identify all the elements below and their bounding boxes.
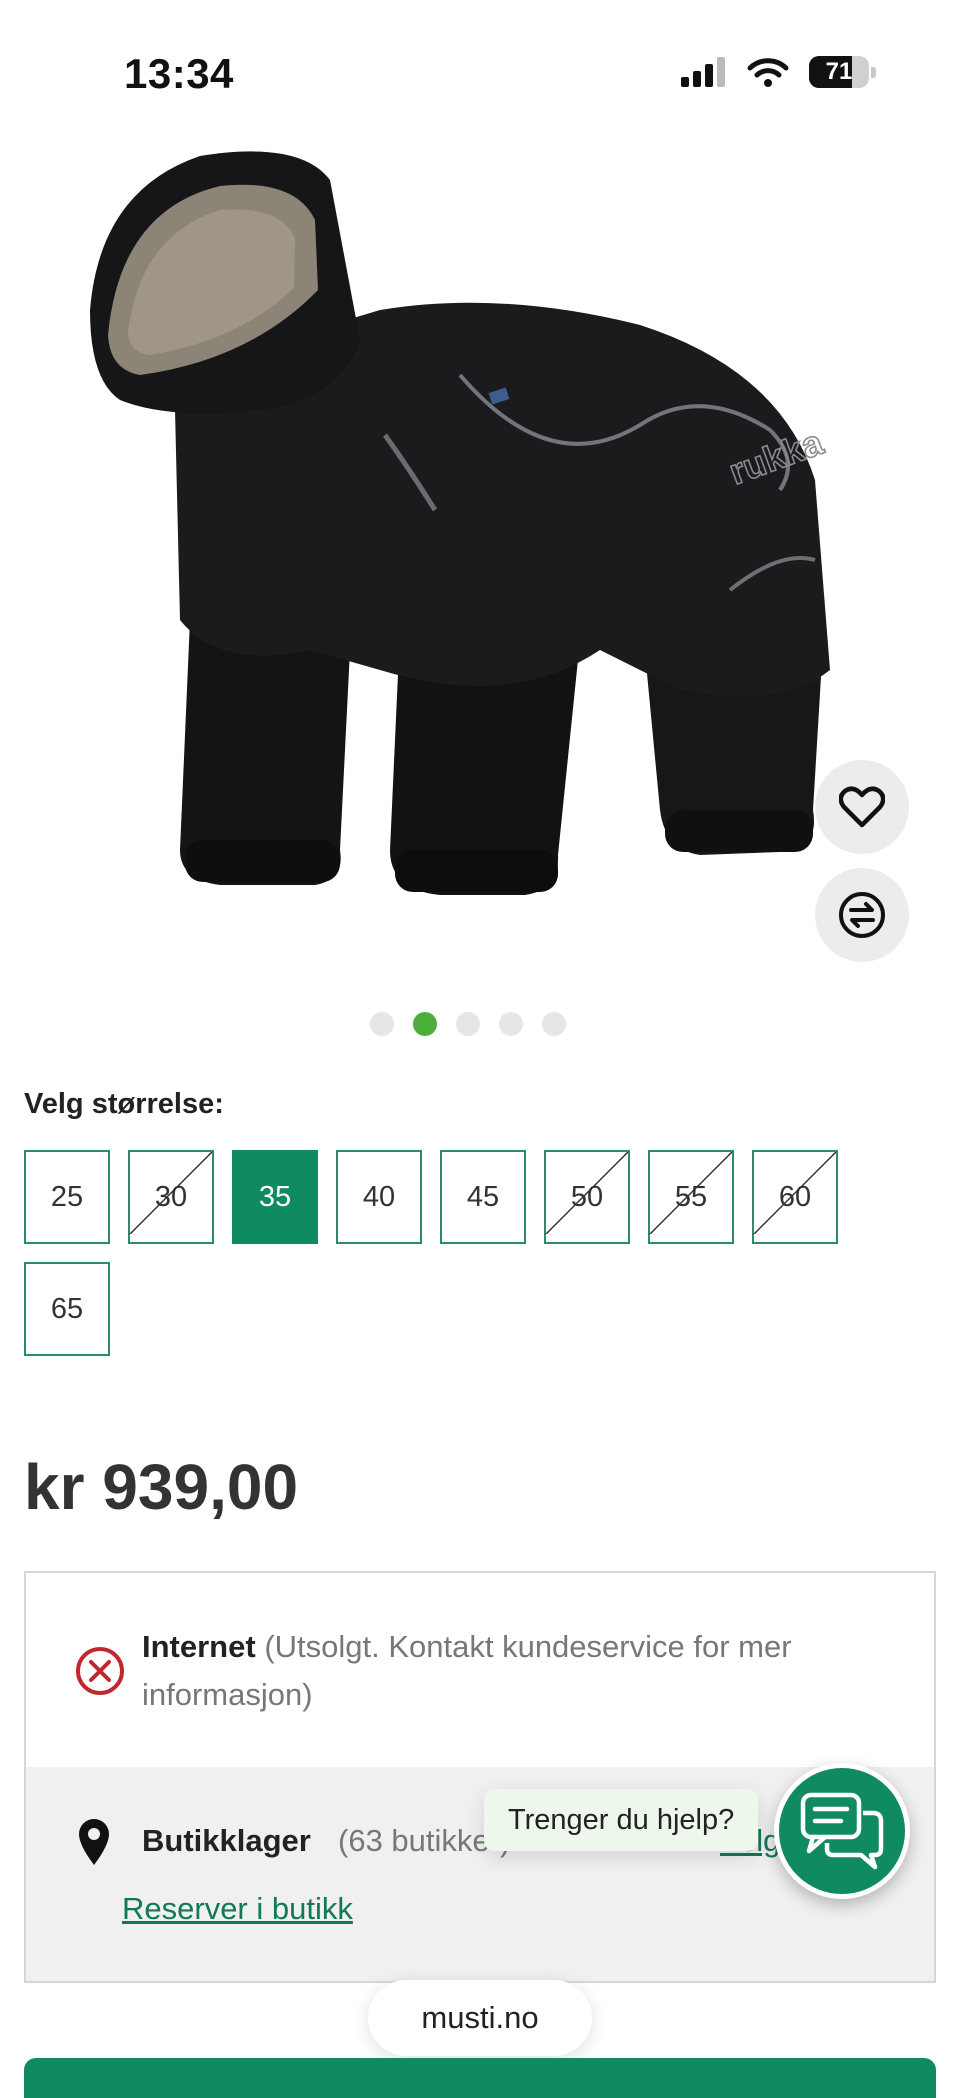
size-option-label: 50: [570, 1180, 604, 1213]
gallery-dot[interactable]: [542, 1012, 566, 1036]
gallery-dot[interactable]: [499, 1012, 523, 1036]
size-option-label: 60: [778, 1180, 812, 1213]
cellular-signal-icon: [681, 57, 725, 87]
chat-icon: [800, 1792, 884, 1870]
compare-button[interactable]: [815, 868, 909, 962]
gallery-dot[interactable]: [456, 1012, 480, 1036]
online-stock-text: Internet (Utsolgt. Kontakt kundeservice …: [142, 1623, 902, 1719]
size-option[interactable]: 50: [544, 1150, 630, 1244]
size-option[interactable]: 45: [440, 1150, 526, 1244]
size-option-label: 25: [50, 1180, 84, 1213]
unavailable-x-icon: [76, 1647, 124, 1695]
size-option[interactable]: 60: [752, 1150, 838, 1244]
compare-arrows-icon: [839, 892, 885, 938]
online-stock: Internet (Utsolgt. Kontakt kundeservice …: [26, 1573, 934, 1769]
reserve-in-store-link[interactable]: Reserver i butikk: [122, 1891, 353, 1927]
product-price: kr 939,00: [24, 1451, 299, 1523]
heart-icon: [839, 786, 885, 828]
browser-url-bar[interactable]: musti.no: [368, 1980, 592, 2056]
gallery-dot[interactable]: [370, 1012, 394, 1036]
status-time: 13:34: [124, 50, 234, 97]
size-option[interactable]: 55: [648, 1150, 734, 1244]
add-to-cart-bar[interactable]: [24, 2058, 936, 2098]
size-option[interactable]: 30: [128, 1150, 214, 1244]
product-image[interactable]: rukka: [80, 150, 860, 930]
size-option[interactable]: 25: [24, 1150, 110, 1244]
size-option[interactable]: 35: [232, 1150, 318, 1244]
battery-level: 71: [825, 58, 853, 85]
location-pin-icon: [79, 1819, 109, 1865]
store-stock-title: Butikklager: [142, 1823, 311, 1858]
size-option-label: 55: [674, 1180, 708, 1213]
size-option-label: 45: [466, 1180, 500, 1213]
battery-icon: 71: [809, 56, 876, 88]
size-option-label: 40: [362, 1180, 396, 1213]
size-label: Velg størrelse:: [24, 1088, 224, 1120]
size-option[interactable]: 65: [24, 1262, 110, 1356]
gallery-pagination: [370, 1012, 566, 1036]
size-option-label: 30: [154, 1180, 188, 1213]
status-icons: 71: [681, 56, 876, 88]
size-option-label: 35: [258, 1180, 292, 1213]
favorite-button[interactable]: [815, 760, 909, 854]
chat-help-bubble[interactable]: Trenger du hjelp?: [484, 1789, 759, 1851]
chat-button[interactable]: [774, 1763, 910, 1899]
size-option[interactable]: 40: [336, 1150, 422, 1244]
size-option-label: 65: [50, 1292, 84, 1325]
gallery-dot[interactable]: [413, 1012, 437, 1036]
wifi-icon: [747, 58, 789, 87]
online-stock-title: Internet: [142, 1629, 256, 1664]
